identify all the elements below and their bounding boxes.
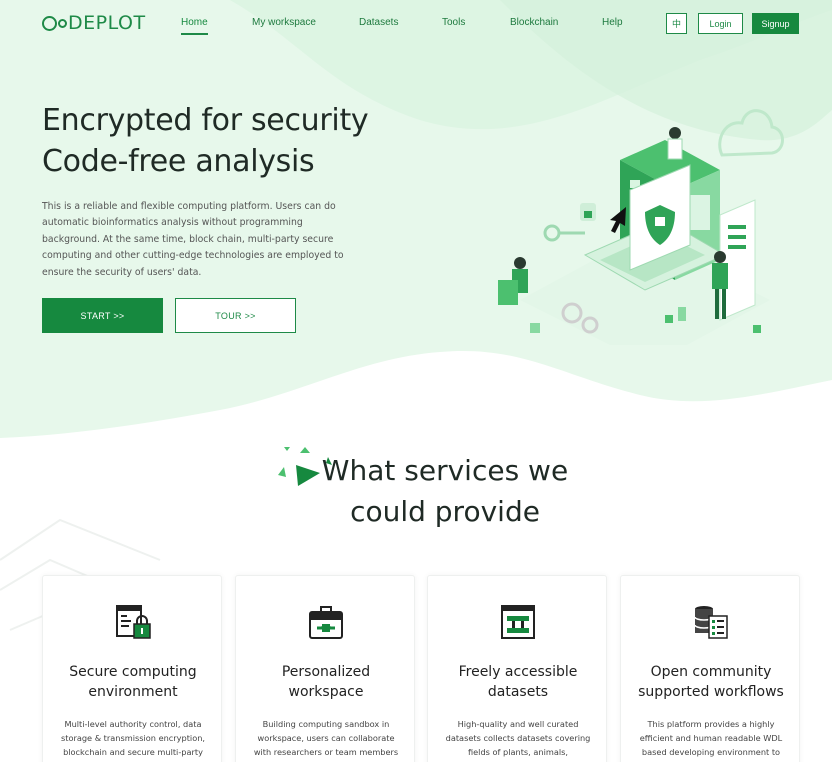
- card-desc-line: workspace, users can collaborate: [257, 733, 395, 743]
- hero-title-line-1: Encrypted for security: [42, 103, 369, 138]
- nav-my-workspace[interactable]: My workspace: [252, 17, 316, 28]
- hero-title-line-2: Code-free analysis: [42, 144, 315, 179]
- signup-button[interactable]: Signup: [752, 13, 799, 34]
- services-heading-line-2: could provide: [350, 495, 540, 528]
- card-desc-line: Building computing sandbox in: [262, 719, 390, 729]
- service-card-freely-accessible-datasets[interactable]: Freely accessible datasets High-quality …: [427, 575, 607, 762]
- card-title: Open community supported workflows: [621, 662, 801, 702]
- card-title-line: supported workflows: [638, 684, 784, 700]
- card-title-line: Open community: [650, 664, 772, 680]
- card-title-line: environment: [88, 684, 178, 700]
- card-title: Personalized workspace: [236, 662, 416, 702]
- card-desc-line: based developing environment to: [641, 747, 781, 757]
- database-workflow-icon: [694, 606, 728, 639]
- card-description: Building computing sandbox in workspace,…: [248, 717, 404, 759]
- card-desc-line: with researchers or team members: [253, 747, 399, 757]
- card-desc-line: This platform provides a highly: [647, 719, 775, 729]
- card-desc-line: fields of plants, animals,: [467, 747, 568, 757]
- logo-text: DEPLOT: [68, 12, 146, 34]
- dataset-window-icon: [501, 605, 535, 639]
- card-title-line: workspace: [288, 684, 364, 700]
- toolbox-icon: [309, 606, 343, 639]
- hero-desc-line: ensure the security of users' data.: [42, 266, 202, 278]
- card-description: This platform provides a highly efficien…: [633, 717, 789, 759]
- card-title: Secure computing environment: [43, 662, 223, 702]
- nav-active-underline: [181, 33, 208, 35]
- hero-description: This is a reliable and flexible computin…: [42, 199, 352, 281]
- card-title: Freely accessible datasets: [428, 662, 608, 702]
- nav-help[interactable]: Help: [602, 17, 623, 28]
- top-header: DEPLOT Home My workspace Datasets Tools …: [0, 0, 832, 46]
- services-heading-line-1: What services we: [321, 454, 569, 487]
- card-description: High-quality and well curated datasets c…: [440, 717, 596, 759]
- start-button[interactable]: START >>: [42, 298, 163, 333]
- hero-title: Encrypted for security Code-free analysi…: [42, 100, 369, 182]
- card-desc-line: Multi-level authority control, data: [64, 719, 202, 729]
- language-toggle-button[interactable]: 中: [666, 13, 687, 34]
- nav-home[interactable]: Home: [181, 17, 208, 28]
- card-desc-line: High-quality and well curated: [457, 719, 579, 729]
- card-title-line: Personalized: [281, 664, 371, 680]
- card-title-line: Secure computing: [69, 664, 197, 680]
- nav-tools[interactable]: Tools: [442, 17, 465, 28]
- service-card-secure-computing[interactable]: Secure computing environment Multi-level…: [42, 575, 222, 762]
- services-heading: What services we could provide: [300, 450, 590, 532]
- card-desc-line: storage & transmission encryption,: [60, 733, 206, 743]
- card-title-line: Freely accessible: [458, 664, 578, 680]
- nav-datasets[interactable]: Datasets: [359, 17, 398, 28]
- hero-desc-line: automatic bioinformatics analysis withou…: [42, 217, 303, 229]
- hero-desc-line: background. At the same time, block chai…: [42, 233, 334, 245]
- isometric-security-illustration: [498, 109, 784, 345]
- hero-desc-line: computing and other cutting-edge technol…: [42, 250, 344, 262]
- card-desc-line: blockchain and secure multi-party: [63, 747, 203, 757]
- logo-o-ring-icon: [58, 18, 67, 28]
- card-desc-line: efficient and human readable WDL: [639, 733, 783, 743]
- logo-c-ring-icon: [42, 15, 57, 31]
- hero-desc-line: This is a reliable and flexible computin…: [42, 201, 336, 212]
- tour-button[interactable]: TOUR >>: [175, 298, 296, 333]
- codeplot-logo[interactable]: DEPLOT: [42, 12, 146, 34]
- login-button[interactable]: Login: [698, 13, 743, 34]
- card-title-line: datasets: [487, 684, 549, 700]
- service-card-open-community-workflows[interactable]: Open community supported workflows This …: [620, 575, 800, 762]
- card-desc-line: datasets collects datasets covering: [445, 733, 591, 743]
- service-card-personalized-workspace[interactable]: Personalized workspace Building computin…: [235, 575, 415, 762]
- secure-document-lock-icon: [116, 605, 151, 639]
- nav-blockchain[interactable]: Blockchain: [510, 17, 558, 28]
- card-description: Multi-level authority control, data stor…: [55, 717, 211, 759]
